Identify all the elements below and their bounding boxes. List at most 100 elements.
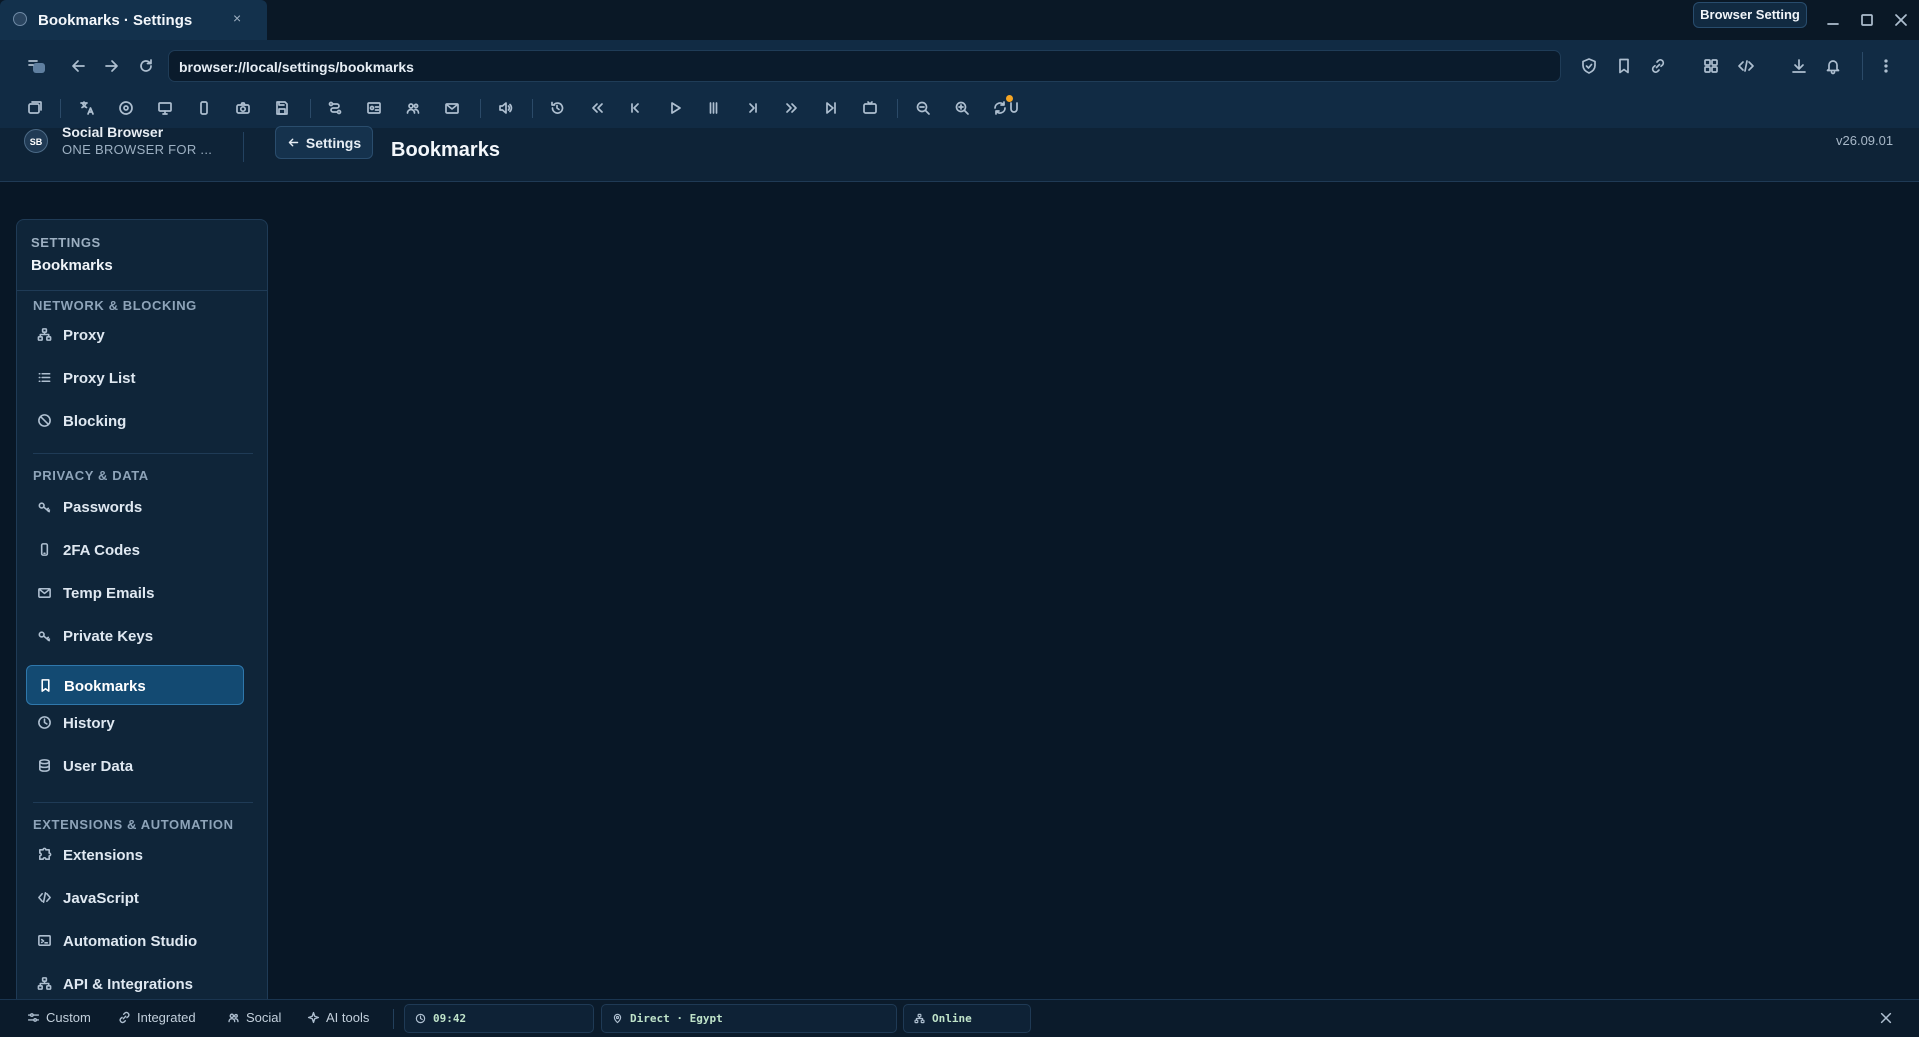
screen-icon[interactable] xyxy=(155,98,175,118)
sidebar-toggle-icon[interactable] xyxy=(26,55,48,77)
brand-name: Social Browser xyxy=(62,124,164,140)
link-icon[interactable] xyxy=(1649,57,1667,75)
bell-icon[interactable] xyxy=(1824,57,1842,75)
mail-icon[interactable] xyxy=(442,98,462,118)
pause-icon[interactable] xyxy=(704,98,724,118)
sidebar-item-proxy-list[interactable]: Proxy List xyxy=(26,359,244,397)
sidebar-divider xyxy=(33,802,253,803)
status-time: 09:42 xyxy=(433,1012,467,1025)
mobile-icon[interactable] xyxy=(194,98,214,118)
tv-icon[interactable] xyxy=(860,98,880,118)
sidebar-item-extensions[interactable]: Extensions xyxy=(26,836,244,874)
mail-icon xyxy=(38,587,51,598)
terminal-icon xyxy=(38,935,51,946)
save-icon[interactable] xyxy=(272,98,292,118)
section-title-extensions-automation: EXTENSIONS & AUTOMATION xyxy=(33,817,234,832)
status-custom[interactable]: Custom xyxy=(27,1010,91,1025)
sidebar-item-label: Automation Studio xyxy=(63,933,198,950)
browser-tab[interactable]: Bookmarks · Settings × xyxy=(0,0,267,40)
toolbar-separator xyxy=(310,99,311,118)
address-bar-url: browser://local/settings/bookmarks xyxy=(179,59,414,75)
toolbar-separator xyxy=(532,99,533,118)
status-ai-tools[interactable]: AI tools xyxy=(307,1010,369,1025)
sidebar-item-label: User Data xyxy=(63,758,134,775)
translate-icon[interactable] xyxy=(77,98,97,118)
users-icon[interactable] xyxy=(403,98,423,118)
key-icon xyxy=(38,502,51,513)
back-button-label: Settings xyxy=(305,134,362,151)
close-icon[interactable] xyxy=(1879,1011,1893,1025)
menu-icon[interactable] xyxy=(1877,57,1895,75)
location-pin-icon xyxy=(613,1013,622,1024)
key-icon xyxy=(38,631,51,642)
status-integrated[interactable]: Integrated xyxy=(118,1010,196,1025)
back-to-settings-button[interactable]: Settings xyxy=(275,126,373,159)
users-icon xyxy=(228,1013,239,1023)
fast-forward-icon[interactable] xyxy=(782,98,802,118)
status-integrated-label: Integrated xyxy=(137,1010,196,1025)
sidebar-item-label: History xyxy=(63,715,115,732)
sidebar-item-label: API & Integrations xyxy=(63,976,194,993)
back-icon[interactable] xyxy=(70,57,88,75)
volume-icon[interactable] xyxy=(495,98,515,118)
sidebar-item-temp-emails[interactable]: Temp Emails xyxy=(26,574,244,612)
windows-icon[interactable] xyxy=(25,98,45,118)
previous-icon[interactable] xyxy=(625,98,645,118)
user-badge-icon xyxy=(1010,102,1018,113)
sidebar-item-user-data[interactable]: User Data xyxy=(26,747,244,785)
maximize-icon[interactable] xyxy=(1857,10,1877,30)
sidebar-item-bookmarks[interactable]: Bookmarks xyxy=(26,665,244,705)
reload-icon[interactable] xyxy=(137,57,155,75)
sidebar-item-label: Temp Emails xyxy=(63,585,155,602)
notification-dot xyxy=(1006,95,1013,102)
download-icon[interactable] xyxy=(1790,57,1808,75)
network-icon xyxy=(37,977,52,990)
status-connection[interactable]: Direct · Egypt xyxy=(601,1004,897,1033)
sidebar-divider xyxy=(17,290,267,291)
camera-icon[interactable] xyxy=(233,98,253,118)
sidebar-item-blocking[interactable]: Blocking xyxy=(26,402,244,440)
window-close-icon[interactable] xyxy=(1891,10,1911,30)
code-icon[interactable] xyxy=(1737,57,1755,75)
sidebar-current-page: Bookmarks xyxy=(31,257,113,274)
status-separator xyxy=(393,1009,394,1029)
id-card-icon[interactable] xyxy=(364,98,384,118)
link-icon xyxy=(119,1011,130,1024)
address-bar[interactable]: browser://local/settings/bookmarks xyxy=(168,50,1561,82)
palette-icon[interactable] xyxy=(116,98,136,118)
rewind-icon[interactable] xyxy=(587,98,607,118)
sidebar-divider xyxy=(33,453,253,454)
sidebar-item-automation-studio[interactable]: Automation Studio xyxy=(26,922,244,960)
minimize-icon[interactable] xyxy=(1823,10,1843,30)
sidebar-item-javascript[interactable]: JavaScript xyxy=(26,879,244,917)
next-icon[interactable] xyxy=(743,98,763,118)
status-social[interactable]: Social xyxy=(227,1010,281,1025)
sidebar-item-passwords[interactable]: Passwords xyxy=(26,488,244,526)
play-icon[interactable] xyxy=(665,98,685,118)
browser-setting-button[interactable]: Browser Setting xyxy=(1693,2,1807,28)
sidebar-item-private-keys[interactable]: Private Keys xyxy=(26,617,244,655)
section-title-privacy-data: PRIVACY & DATA xyxy=(33,468,149,483)
apps-icon[interactable] xyxy=(1702,57,1720,75)
zoom-out-icon[interactable] xyxy=(913,98,933,118)
block-icon xyxy=(38,414,51,427)
tab-close-icon[interactable]: × xyxy=(233,10,241,26)
zoom-in-icon[interactable] xyxy=(952,98,972,118)
history-back-icon[interactable] xyxy=(547,98,567,118)
shield-icon[interactable] xyxy=(1580,57,1598,75)
skip-end-icon[interactable] xyxy=(821,98,841,118)
sidebar-item-2fa-codes[interactable]: 2FA Codes xyxy=(26,531,244,569)
section-title-network-blocking: NETWORK & BLOCKING xyxy=(33,298,197,313)
clock-icon xyxy=(38,716,51,729)
list-icon xyxy=(38,372,51,383)
sidebar-item-history[interactable]: History xyxy=(26,704,244,742)
puzzle-icon xyxy=(39,847,52,860)
forward-icon[interactable] xyxy=(102,57,120,75)
settings-sidebar: SETTINGS Bookmarks NETWORK & BLOCKING Pr… xyxy=(16,219,268,999)
phone-icon xyxy=(40,543,49,556)
bookmark-icon[interactable] xyxy=(1615,57,1633,75)
sidebar-item-proxy[interactable]: Proxy xyxy=(26,316,244,354)
sidebar-item-api-integrations[interactable]: API & Integrations xyxy=(26,965,244,999)
route-icon[interactable] xyxy=(325,98,345,118)
toolbar-separator xyxy=(897,99,898,118)
